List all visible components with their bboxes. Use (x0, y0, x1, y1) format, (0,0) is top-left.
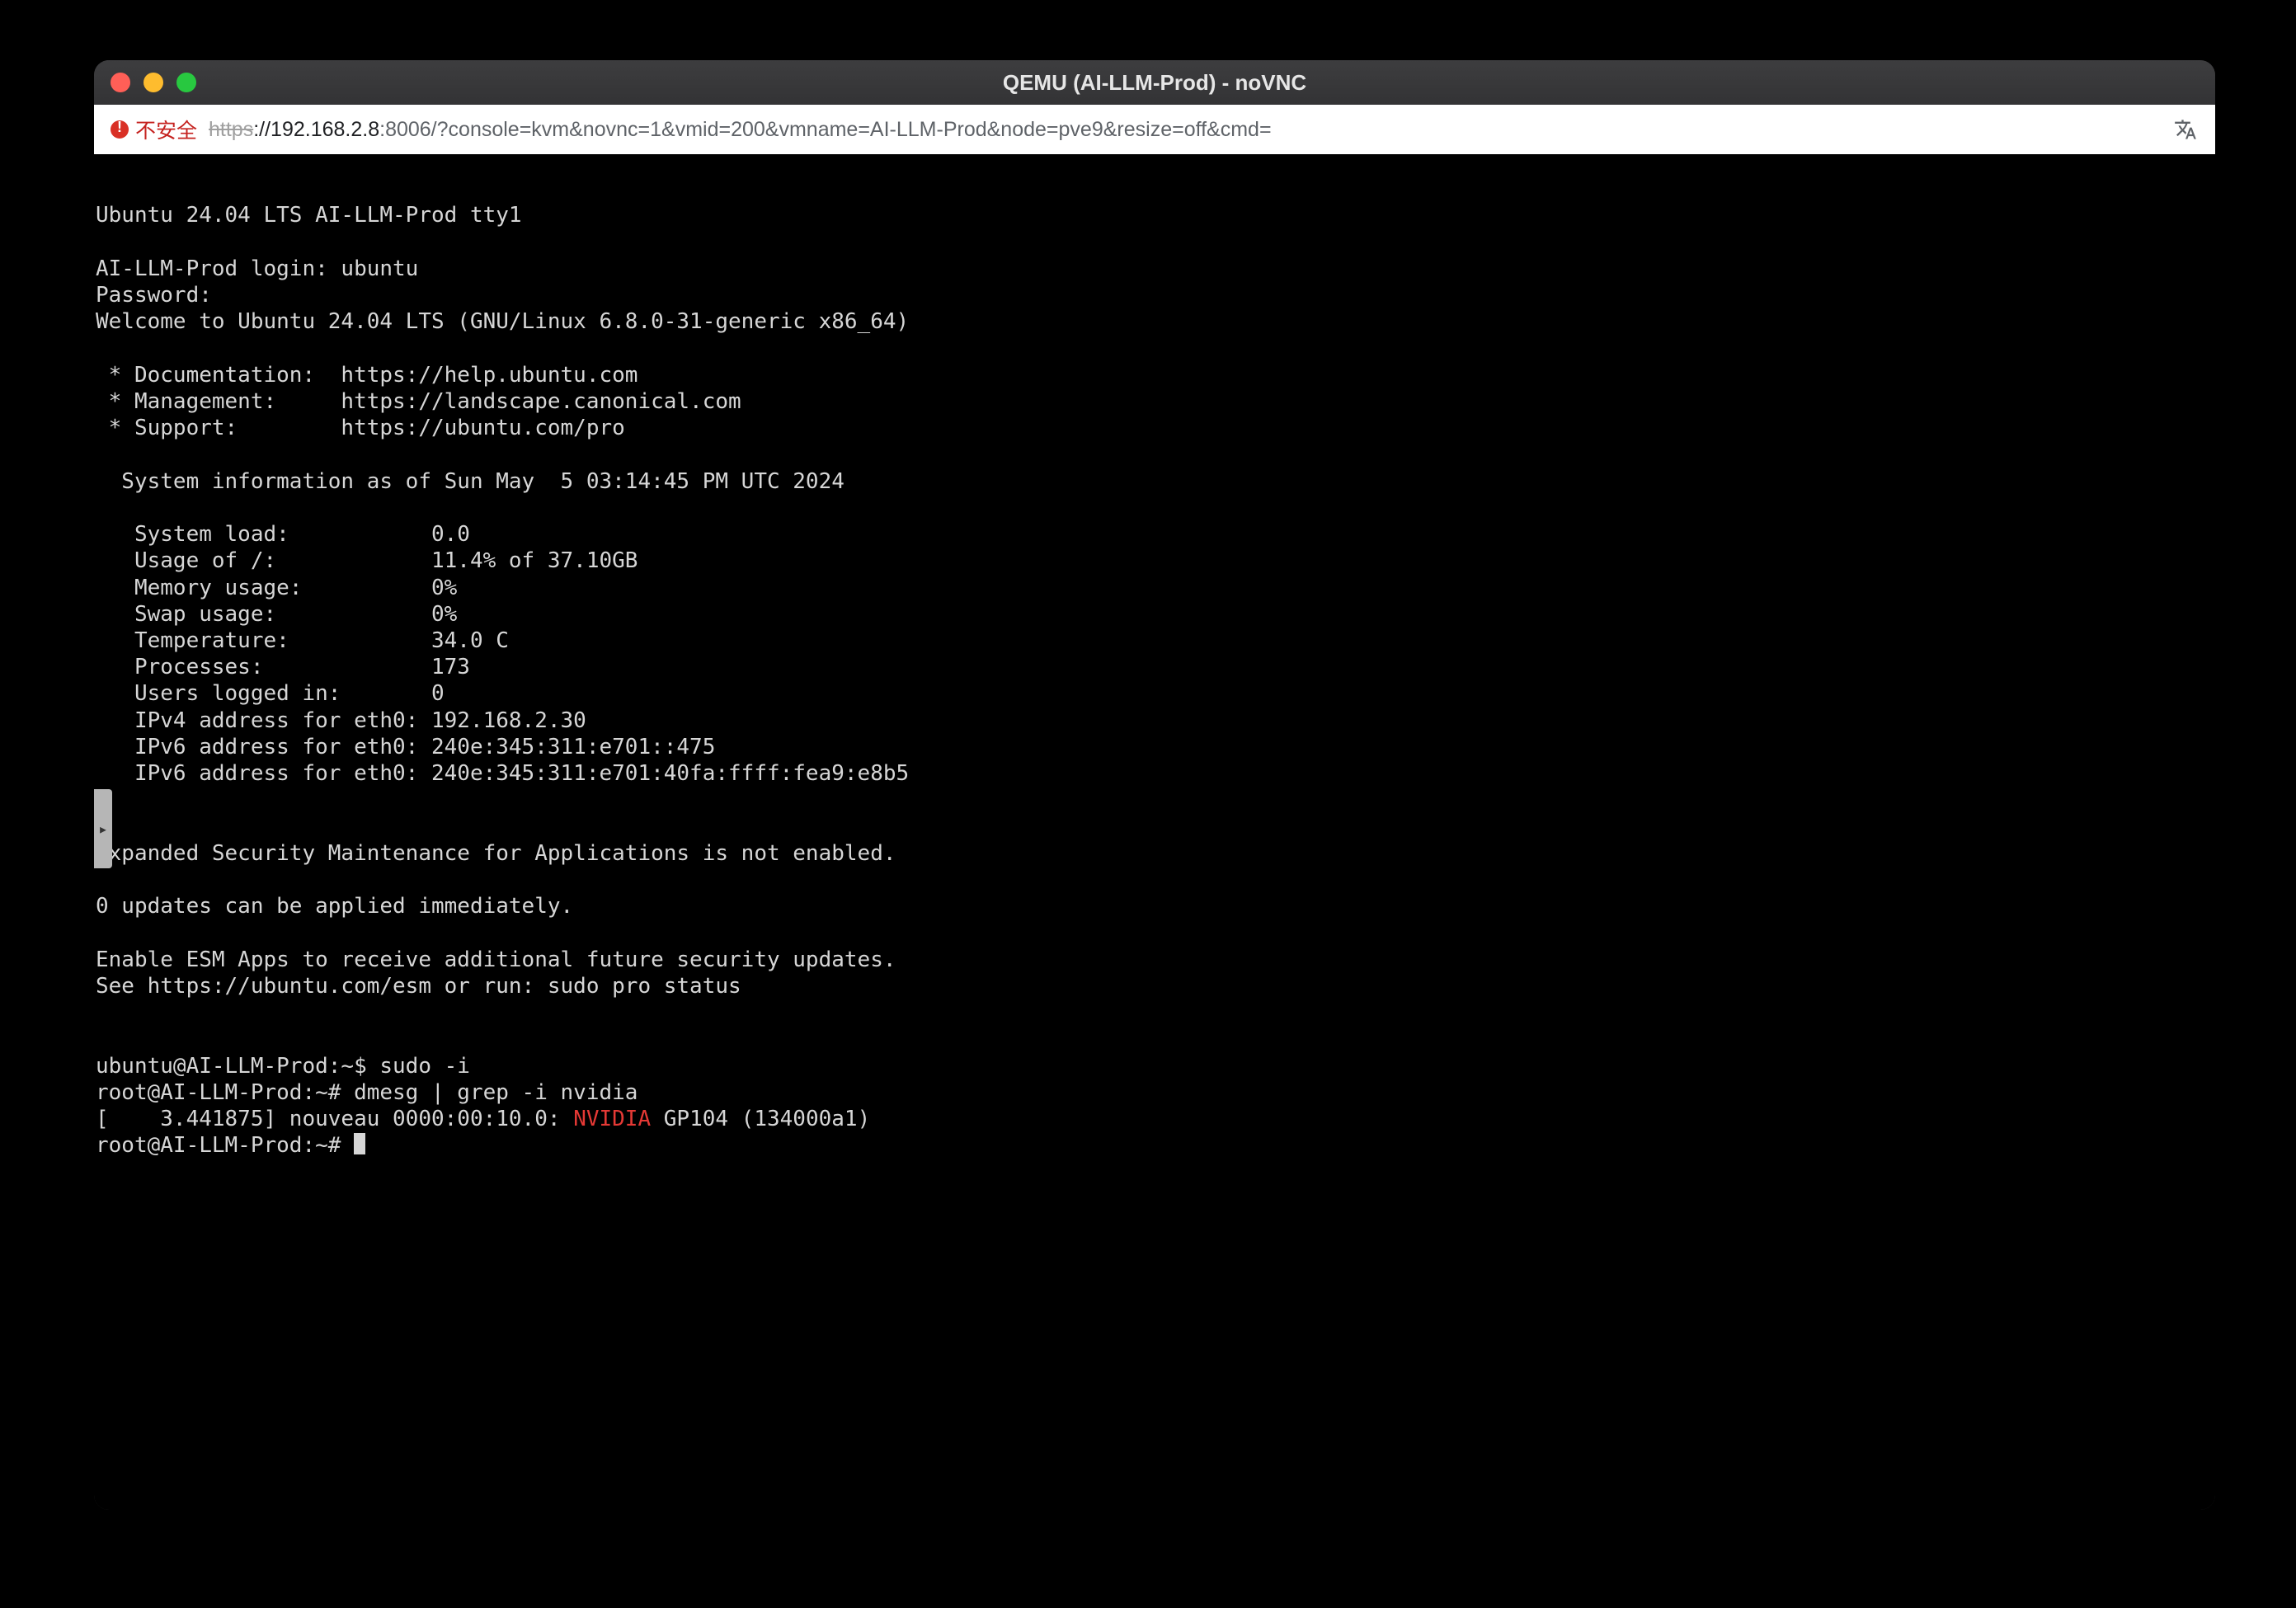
novnc-sidebar-toggle[interactable]: ▸ (94, 789, 112, 868)
term-line: Ubuntu 24.04 LTS AI-LLM-Prod tty1 (96, 203, 522, 228)
term-line: IPv4 address for eth0: 192.168.2.30 (96, 708, 586, 733)
url-path: :8006/?console=kvm&novnc=1&vmid=200&vmna… (379, 118, 1271, 141)
term-line: Usage of /: 11.4% of 37.10GB (96, 548, 638, 573)
url-bar[interactable]: 不安全 https://192.168.2.8:8006/?console=kv… (94, 105, 2215, 154)
term-line: AI-LLM-Prod login: ubuntu (96, 256, 418, 281)
term-line: root@AI-LLM-Prod:~# dmesg | grep -i nvid… (96, 1080, 638, 1105)
term-line: * Management: https://landscape.canonica… (96, 389, 741, 414)
term-line: IPv6 address for eth0: 240e:345:311:e701… (96, 735, 715, 759)
term-line: Welcome to Ubuntu 24.04 LTS (GNU/Linux 6… (96, 309, 909, 334)
term-line: * Documentation: https://help.ubuntu.com (96, 363, 638, 388)
dmesg-prefix: [ 3.441875] nouveau 0000:00:10.0: (96, 1107, 573, 1131)
term-line: Temperature: 34.0 C (96, 628, 509, 653)
warning-icon (111, 120, 129, 139)
terminal-viewport[interactable]: Ubuntu 24.04 LTS AI-LLM-Prod tty1 AI-LLM… (94, 154, 2215, 1510)
term-line: * Support: https://ubuntu.com/pro (96, 416, 625, 440)
dmesg-suffix: GP104 (134000a1) (651, 1107, 870, 1131)
window-maximize-button[interactable] (176, 73, 196, 92)
prompt-text: root@AI-LLM-Prod:~# (96, 1133, 354, 1158)
insecure-badge[interactable]: 不安全 (111, 115, 197, 144)
titlebar: QEMU (AI-LLM-Prod) - noVNC (94, 60, 2215, 105)
chevron-right-icon: ▸ (98, 819, 108, 839)
term-line: ubuntu@AI-LLM-Prod:~$ sudo -i (96, 1054, 470, 1079)
app-window: QEMU (AI-LLM-Prod) - noVNC 不安全 https://1… (94, 60, 2215, 1510)
term-prompt-current: root@AI-LLM-Prod:~# (96, 1133, 365, 1158)
translate-icon[interactable] (2172, 116, 2199, 143)
term-line: See https://ubuntu.com/esm or run: sudo … (96, 974, 741, 999)
term-line: Password: (96, 283, 212, 308)
term-line: System information as of Sun May 5 03:14… (96, 469, 845, 494)
insecure-label: 不安全 (135, 115, 197, 144)
window-title: QEMU (AI-LLM-Prod) - noVNC (94, 70, 2215, 96)
cursor (354, 1133, 365, 1154)
term-line: [ 3.441875] nouveau 0000:00:10.0: NVIDIA… (96, 1107, 870, 1131)
dmesg-nvidia: NVIDIA (573, 1107, 651, 1131)
url-host: ://192.168.2.8 (253, 118, 379, 141)
term-line: Swap usage: 0% (96, 602, 457, 627)
term-line: Enable ESM Apps to receive additional fu… (96, 947, 896, 972)
term-line: 0 updates can be applied immediately. (96, 894, 573, 919)
term-line: Users logged in: 0 (96, 681, 445, 706)
window-close-button[interactable] (111, 73, 130, 92)
term-line: Processes: 173 (96, 655, 470, 679)
term-line: Memory usage: 0% (96, 576, 457, 600)
url-protocol: https (209, 118, 253, 141)
window-minimize-button[interactable] (144, 73, 163, 92)
traffic-lights (111, 73, 196, 92)
term-line: Expanded Security Maintenance for Applic… (96, 841, 896, 866)
term-line: IPv6 address for eth0: 240e:345:311:e701… (96, 761, 909, 786)
url-text[interactable]: https://192.168.2.8:8006/?console=kvm&no… (209, 118, 2161, 142)
term-line: System load: 0.0 (96, 522, 470, 547)
